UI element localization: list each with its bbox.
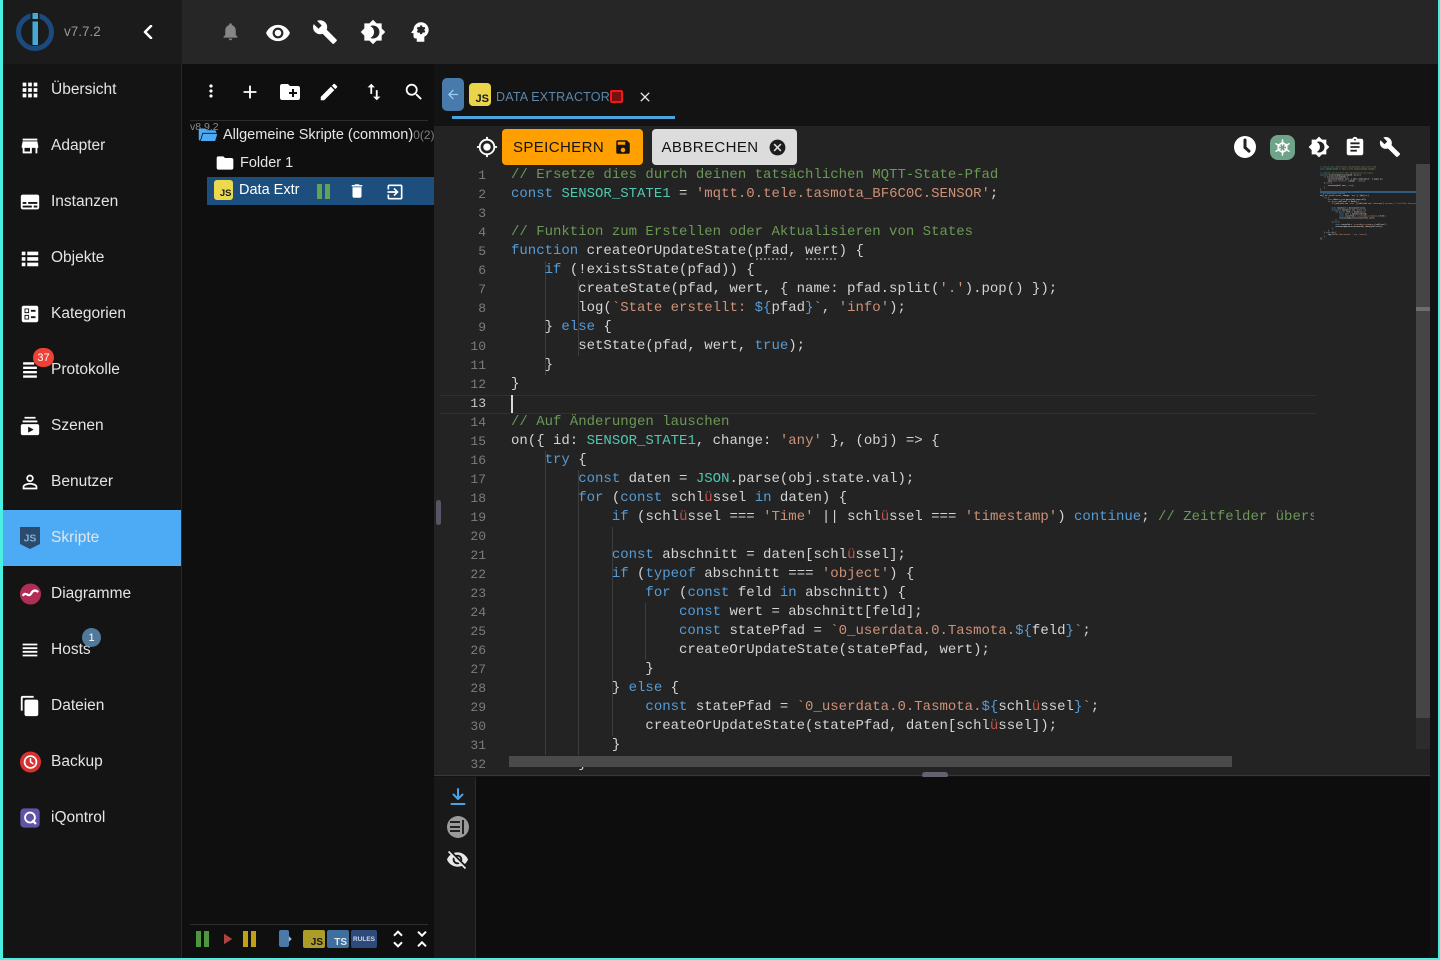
svg-text:JS: JS [24,533,37,545]
